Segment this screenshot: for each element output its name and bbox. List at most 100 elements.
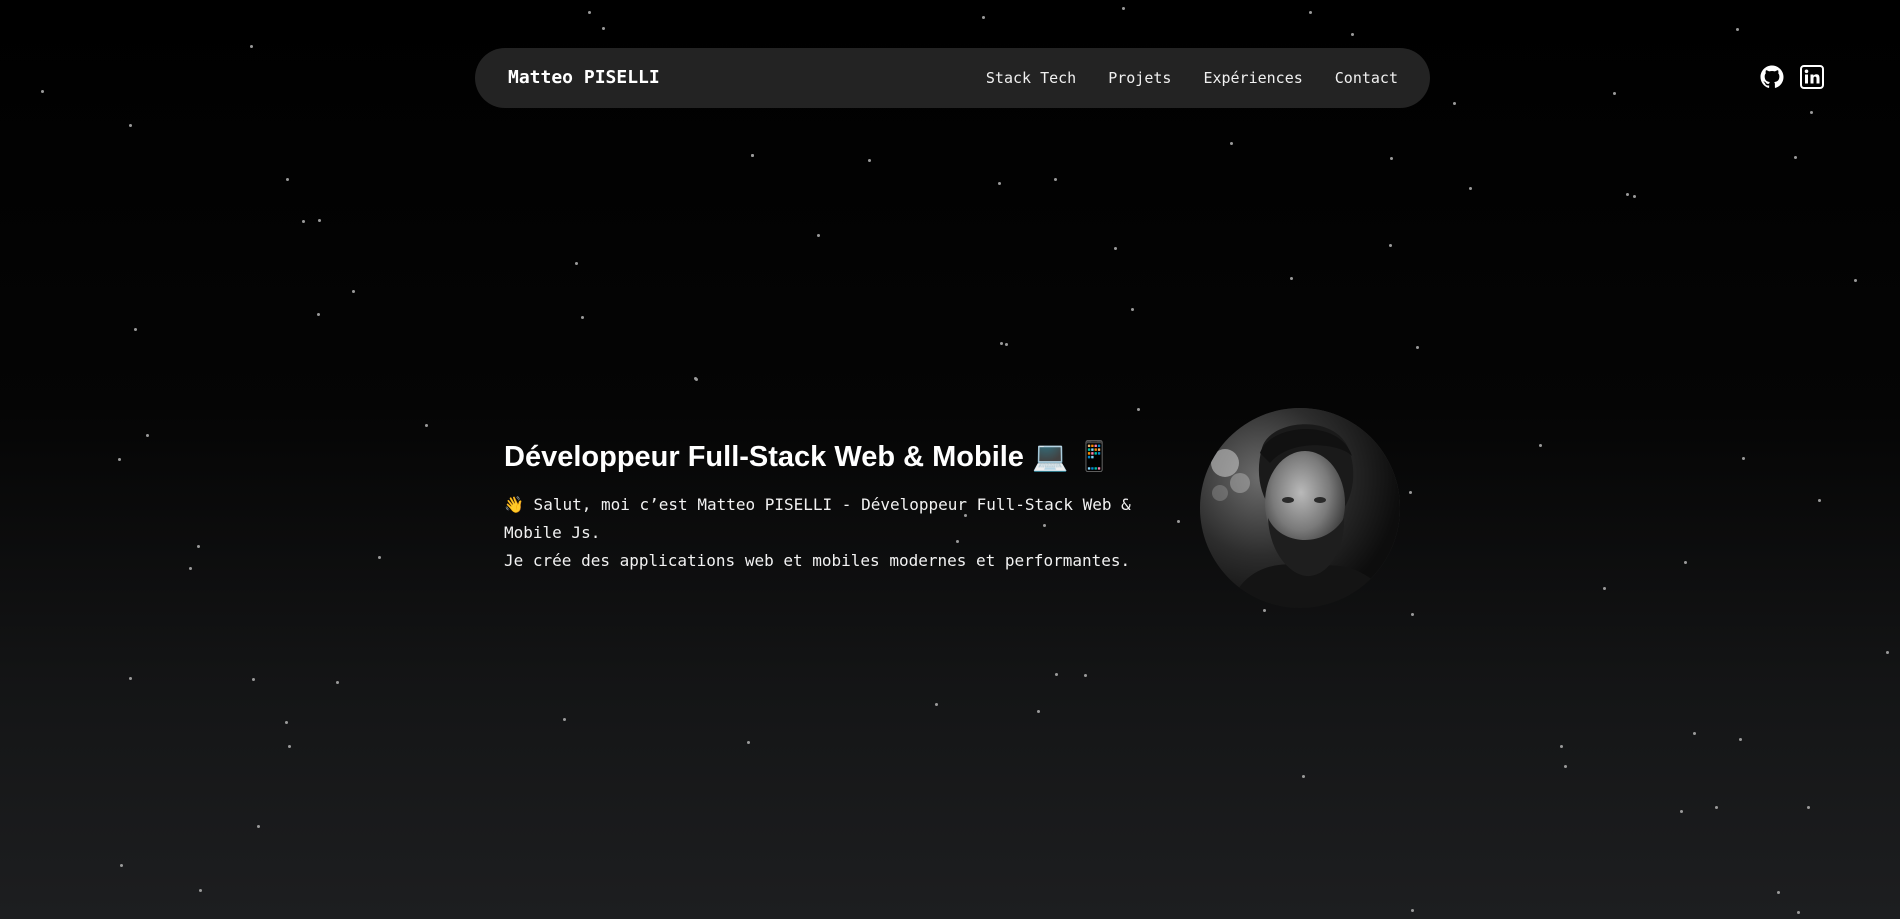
star — [581, 316, 584, 319]
star — [1886, 651, 1889, 654]
star — [1411, 909, 1414, 912]
star — [41, 90, 44, 93]
star — [146, 434, 149, 437]
star — [317, 313, 320, 316]
star — [197, 545, 200, 548]
nav-link-projets[interactable]: Projets — [1108, 69, 1171, 87]
star — [352, 290, 355, 293]
star — [1810, 111, 1813, 114]
star — [1390, 157, 1393, 160]
star — [1777, 891, 1780, 894]
star — [120, 864, 123, 867]
star — [1037, 710, 1040, 713]
star — [1736, 28, 1739, 31]
hero-second-line: Je crée des applications web et mobiles … — [504, 551, 1131, 570]
star — [1680, 810, 1683, 813]
star — [1453, 102, 1456, 105]
star — [252, 678, 255, 681]
star — [1309, 11, 1312, 14]
hero-title: Développeur Full-Stack Web & Mobile 💻 📱 — [504, 441, 1113, 473]
star — [1411, 613, 1414, 616]
brand-name[interactable]: Matteo PISELLI — [508, 48, 660, 108]
star — [1389, 244, 1392, 247]
star — [189, 567, 192, 570]
star — [982, 16, 985, 19]
top-navbar: Matteo PISELLI Stack Tech Projets Expéri… — [475, 48, 1430, 108]
star — [1818, 499, 1821, 502]
star — [288, 745, 291, 748]
star — [868, 159, 871, 162]
hero-description: 👋 Salut, moi c’est Matteo PISELLI - Déve… — [504, 491, 1164, 575]
star — [336, 681, 339, 684]
star — [1131, 308, 1134, 311]
star — [1633, 195, 1636, 198]
star — [1742, 457, 1745, 460]
star — [695, 378, 698, 381]
star — [378, 556, 381, 559]
star — [1684, 561, 1687, 564]
star — [1114, 247, 1117, 250]
star — [1122, 7, 1125, 10]
star — [1177, 520, 1180, 523]
linkedin-icon[interactable] — [1800, 65, 1824, 89]
star — [1469, 187, 1472, 190]
star — [602, 27, 605, 30]
star — [817, 234, 820, 237]
star — [318, 219, 321, 222]
star — [588, 11, 591, 14]
github-icon[interactable] — [1760, 65, 1784, 89]
star — [1263, 609, 1266, 612]
star — [575, 262, 578, 265]
star — [563, 718, 566, 721]
star — [286, 178, 289, 181]
star — [1739, 738, 1742, 741]
star — [250, 45, 253, 48]
star — [694, 377, 697, 380]
star — [1416, 346, 1419, 349]
star — [118, 458, 121, 461]
social-links — [1760, 65, 1824, 89]
star — [998, 182, 1001, 185]
star — [1409, 491, 1412, 494]
star — [1626, 193, 1629, 196]
nav-link-contact[interactable]: Contact — [1335, 69, 1398, 87]
star — [1055, 673, 1058, 676]
nav-link-stack-tech[interactable]: Stack Tech — [986, 69, 1076, 87]
star — [1854, 279, 1857, 282]
star — [751, 154, 754, 157]
star — [1564, 765, 1567, 768]
star — [1302, 775, 1305, 778]
portrait-image — [1200, 408, 1400, 608]
star — [751, 154, 754, 157]
star — [1054, 178, 1057, 181]
star — [129, 124, 132, 127]
star — [1351, 33, 1354, 36]
star — [1693, 732, 1696, 735]
avatar — [1200, 408, 1400, 608]
star — [1613, 92, 1616, 95]
star — [935, 703, 938, 706]
star — [1137, 408, 1140, 411]
star — [425, 424, 428, 427]
nav-links: Stack Tech Projets Expériences Contact — [986, 48, 1398, 108]
star — [302, 220, 305, 223]
star — [1715, 806, 1718, 809]
star — [747, 741, 750, 744]
star — [1807, 806, 1810, 809]
star — [1230, 142, 1233, 145]
star — [1290, 277, 1293, 280]
star — [1539, 444, 1542, 447]
star — [1603, 587, 1606, 590]
star — [1000, 342, 1003, 345]
star — [1005, 343, 1008, 346]
star — [1084, 674, 1087, 677]
star — [1560, 745, 1563, 748]
star — [1794, 156, 1797, 159]
hero-section: Développeur Full-Stack Web & Mobile 💻 📱 … — [504, 435, 1164, 575]
star — [1797, 911, 1800, 914]
star — [129, 677, 132, 680]
star — [134, 328, 137, 331]
star — [285, 721, 288, 724]
nav-link-experiences[interactable]: Expériences — [1203, 69, 1302, 87]
star — [257, 825, 260, 828]
